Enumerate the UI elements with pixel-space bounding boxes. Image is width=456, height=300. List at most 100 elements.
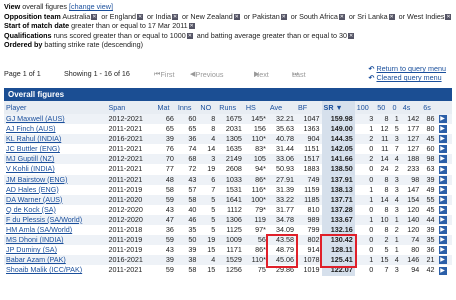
player-link[interactable]: Q de Kock (SA): [4, 205, 106, 215]
player-link[interactable]: AJ Finch (AUS): [4, 124, 106, 134]
row-arrow-button[interactable]: ▶: [436, 214, 452, 226]
player-link[interactable]: Shoaib Malik (ICC/PAK): [4, 265, 106, 275]
remove-icon[interactable]: ✕: [91, 13, 98, 20]
row-arrow-button[interactable]: ▶: [436, 235, 452, 246]
table-cell: 0: [354, 235, 376, 246]
table-cell: 904: [295, 134, 322, 145]
table-cell: 45.06: [267, 255, 296, 266]
player-link[interactable]: GJ Maxwell (AUS): [4, 114, 107, 125]
column-header[interactable]: BF: [295, 101, 322, 114]
table-cell: 2011-2021: [108, 164, 143, 174]
table-cell: 58: [165, 184, 174, 194]
row-arrow-button[interactable]: ▶: [436, 194, 452, 205]
player-link[interactable]: AD Hales (ENG): [4, 185, 106, 195]
table-cell: 32.21: [267, 114, 296, 125]
table-cell: 36: [165, 225, 174, 235]
table-row: HM Amla (SA/World) 2011-2018 36 35 5 1125 97* 3…: [4, 225, 452, 236]
table-cell: 1151: [304, 144, 320, 154]
row-arrow-button[interactable]: ▶: [436, 154, 452, 165]
remove-icon[interactable]: ✕: [348, 32, 355, 39]
player-link[interactable]: F du Plessis (SA/World): [4, 214, 107, 226]
remove-icon[interactable]: ✕: [186, 32, 193, 39]
previous-link[interactable]: ◀ Previous: [190, 69, 224, 79]
player-link[interactable]: Babar Azam (PAK): [4, 255, 107, 266]
last-link[interactable]: Last ⏭: [292, 69, 306, 79]
table-cell: 146: [400, 255, 422, 266]
table-cell: 142.05: [321, 144, 355, 155]
row-arrow-button[interactable]: ▶: [437, 225, 452, 235]
cleared-query-link[interactable]: Cleared query menu: [376, 73, 441, 82]
column-header[interactable]: Player: [4, 101, 107, 114]
remove-icon[interactable]: ✕: [445, 13, 452, 20]
next-link[interactable]: Next ▶: [254, 69, 269, 79]
table-row: GJ Maxwell (AUS) 2012-2021 66 60 8 1675 145* 32…: [4, 114, 452, 125]
player-link[interactable]: JP Duminy (SA): [4, 245, 106, 255]
row-arrow-button[interactable]: ▶: [437, 164, 452, 174]
table-cell: 1112: [226, 204, 242, 214]
column-header[interactable]: 4s: [400, 101, 422, 114]
remove-icon[interactable]: ✕: [233, 13, 240, 20]
column-header[interactable]: Span: [106, 101, 156, 114]
remove-icon[interactable]: ✕: [172, 13, 179, 20]
table-cell: 5: [394, 124, 399, 134]
remove-icon[interactable]: ✕: [137, 13, 144, 20]
column-header[interactable]: HS: [243, 101, 268, 114]
table-cell: 154: [400, 194, 422, 205]
remove-icon[interactable]: ✕: [388, 13, 395, 20]
player-link[interactable]: V Kohli (INDIA): [4, 164, 106, 174]
player-link[interactable]: JC Buttler (ENG): [4, 144, 106, 154]
row-arrow-button[interactable]: ▶: [437, 144, 452, 154]
remove-icon[interactable]: ✕: [188, 23, 195, 30]
change-view-link[interactable]: [change view]: [69, 2, 113, 11]
chevron-right-icon: ▶: [438, 266, 447, 275]
column-header[interactable]: Inns: [175, 101, 199, 114]
row-arrow-button[interactable]: ▶: [437, 245, 452, 255]
player-link[interactable]: MJ Guptill (NZ): [4, 154, 107, 165]
column-header[interactable]: NO: [198, 101, 218, 114]
table-cell: 65: [165, 124, 174, 134]
column-header[interactable]: 100: [354, 101, 376, 114]
return-query-link[interactable]: Return to query menu: [376, 64, 446, 73]
table-cell: 12: [380, 124, 389, 134]
column-header[interactable]: Mat: [155, 101, 176, 114]
table-cell: 127: [400, 134, 422, 145]
remove-icon[interactable]: ✕: [338, 13, 345, 20]
player-link[interactable]: DA Warner (AUS): [4, 194, 107, 205]
table-row: Shoaib Malik (ICC/PAK) 2011-2021 59 58 15 125…: [4, 265, 452, 276]
column-header[interactable]: Runs: [217, 101, 244, 114]
table-cell: 3: [390, 134, 401, 145]
table-cell: 177: [407, 124, 420, 134]
table-cell: 8: [375, 114, 391, 125]
row-arrow-button[interactable]: ▶: [437, 205, 452, 215]
player-link[interactable]: KL Rahul (INDIA): [4, 134, 107, 145]
table-cell: 39: [421, 174, 437, 185]
player-link[interactable]: JM Bairstow (ENG): [4, 174, 107, 185]
column-header[interactable]: SR ▼: [321, 101, 355, 114]
chevron-right-icon: ▶: [438, 155, 447, 164]
column-header[interactable]: 0: [390, 101, 401, 114]
row-arrow-button[interactable]: ▶: [437, 124, 452, 134]
row-arrow-button[interactable]: ▶: [436, 114, 452, 125]
table-cell: 35.63: [275, 124, 294, 134]
table-cell: 15: [207, 265, 216, 275]
column-header[interactable]: 6s: [421, 101, 437, 114]
first-link[interactable]: ⏮ First: [154, 69, 174, 79]
table-row: JM Bairstow (ENG) 2011-2021 48 43 6 1033 86* 27…: [4, 174, 452, 185]
table-cell: 149.00: [321, 124, 355, 135]
row-arrow-button[interactable]: ▶: [436, 255, 452, 266]
remove-icon[interactable]: ✕: [280, 13, 287, 20]
row-arrow-button[interactable]: ▶: [436, 174, 452, 185]
row-arrow-button[interactable]: ▶: [437, 185, 452, 195]
table-cell: 39: [155, 255, 176, 266]
column-header[interactable]: Ave: [267, 101, 296, 114]
table-cell: 1641: [217, 194, 244, 205]
table-cell: 98: [400, 174, 422, 185]
table-cell: 2: [354, 154, 376, 165]
player-link[interactable]: HM Amla (SA/World): [4, 225, 106, 235]
table-cell: 40.78: [267, 134, 296, 145]
row-arrow-button[interactable]: ▶: [436, 134, 452, 145]
column-header[interactable]: 50: [375, 101, 391, 114]
table-cell: 3: [394, 204, 399, 214]
row-arrow-button[interactable]: ▶: [437, 265, 452, 275]
player-link[interactable]: MS Dhoni (INDIA): [4, 235, 107, 246]
